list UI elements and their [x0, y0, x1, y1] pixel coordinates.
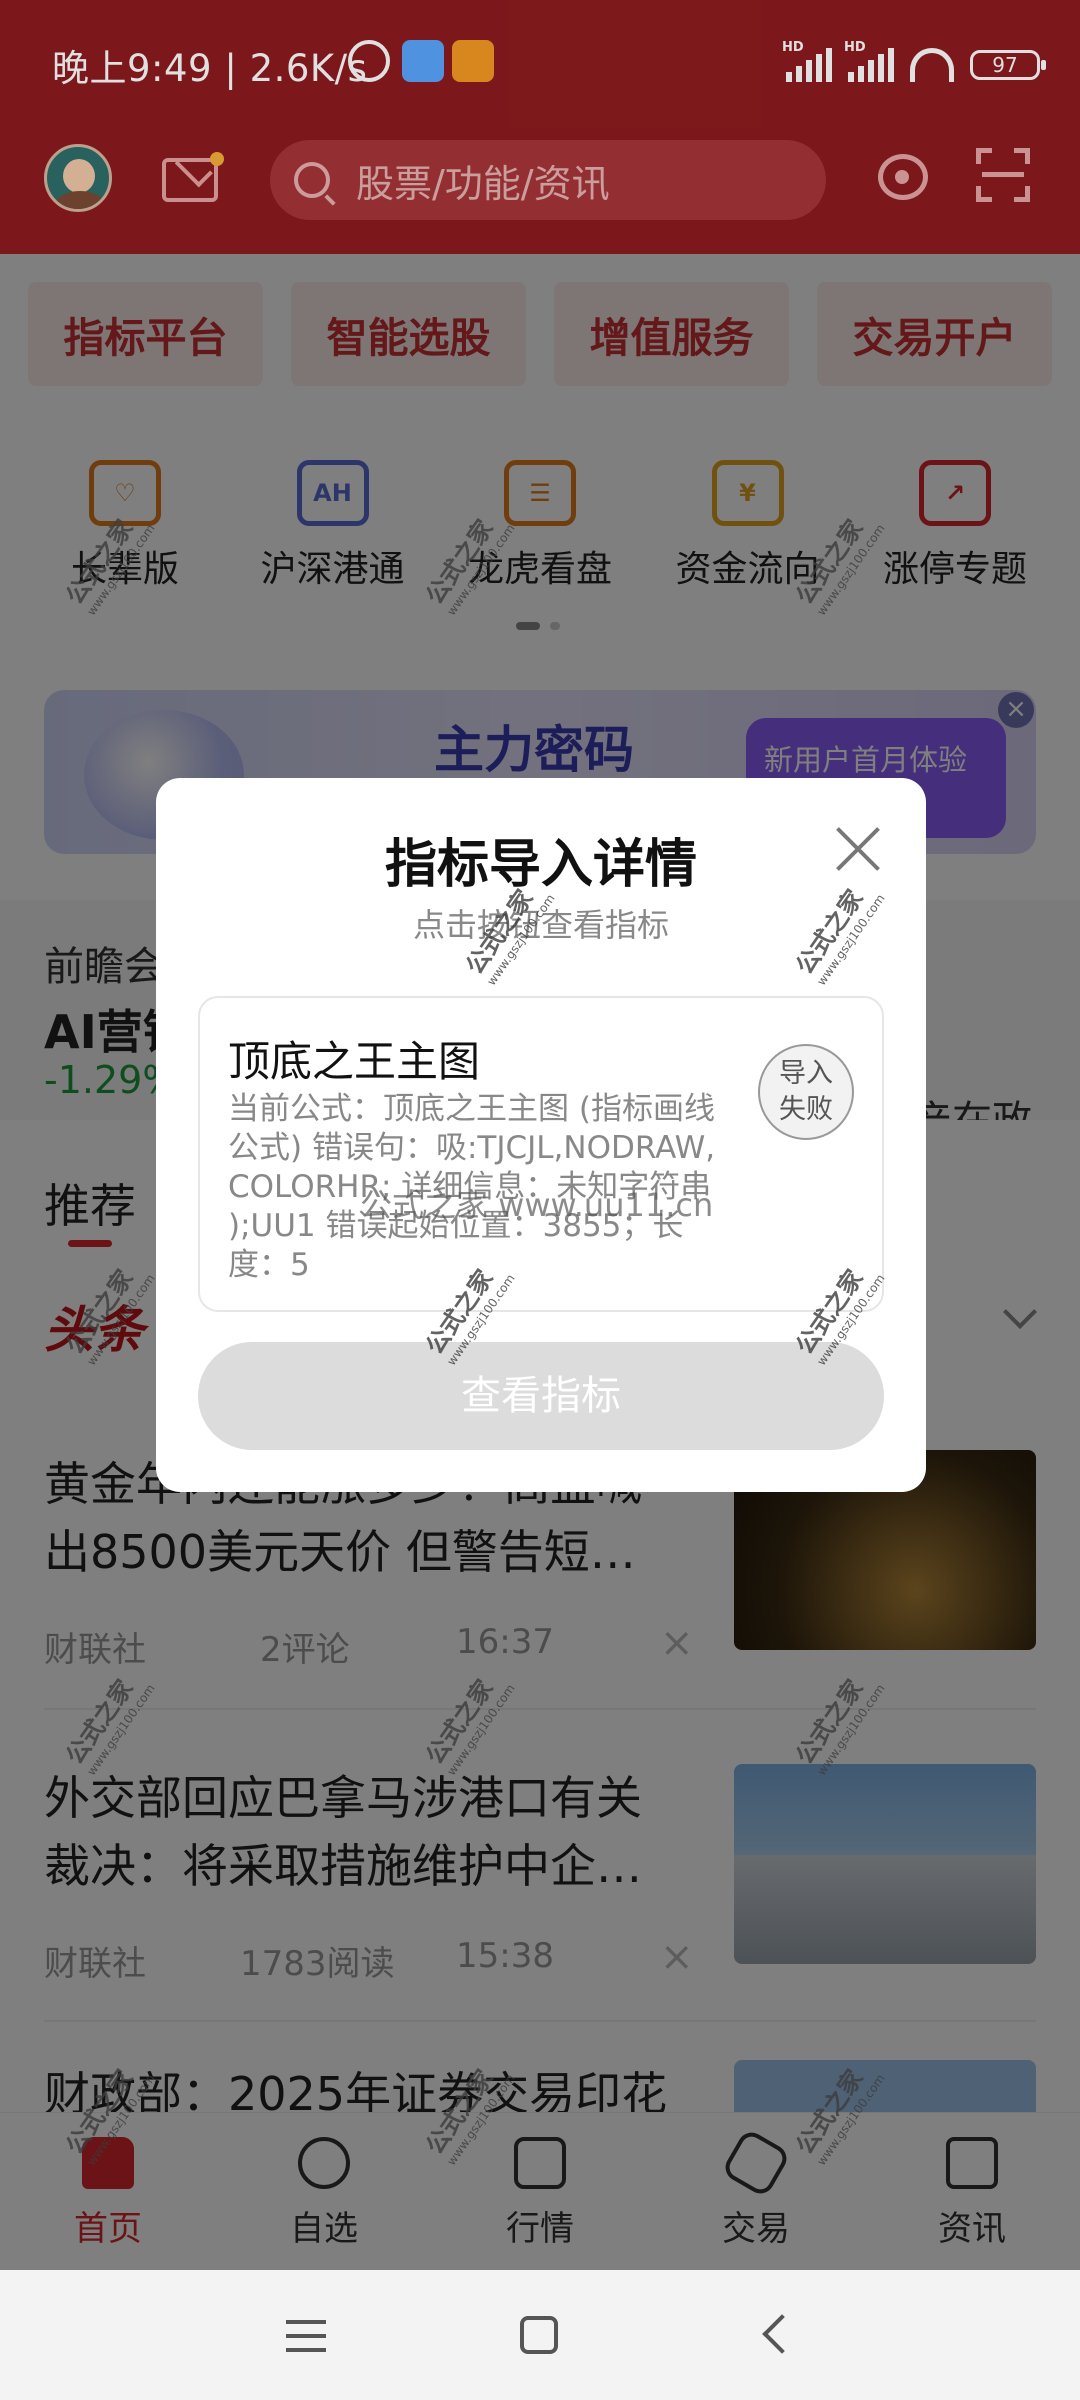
formula-name: 顶底之王主图: [228, 1037, 481, 1086]
view-indicator-button[interactable]: 查看指标: [198, 1342, 884, 1450]
dialog-title: 指标导入详情: [384, 835, 697, 895]
close-icon[interactable]: [834, 824, 882, 872]
indicator-import-dialog: 指标导入详情 点击按钮查看指标 顶底之王主图 导入 失败 当前公式：顶底之王主图…: [156, 778, 926, 1492]
recent-apps-icon[interactable]: [286, 2320, 326, 2352]
home-button-icon[interactable]: [520, 2316, 558, 2354]
system-nav-bar: [0, 2270, 1080, 2400]
formula-card: 顶底之王主图 导入 失败 当前公式：顶底之王主图 (指标画线公式) 错误句：吸:…: [198, 996, 884, 1312]
back-icon[interactable]: [762, 2314, 802, 2354]
import-failed-badge: 导入 失败: [758, 1044, 854, 1140]
header-dim: [0, 0, 1080, 254]
watermark-text: 公式之家 www.uu11.cn: [360, 1186, 714, 1224]
dialog-subtitle: 点击按钮查看指标: [412, 906, 669, 944]
